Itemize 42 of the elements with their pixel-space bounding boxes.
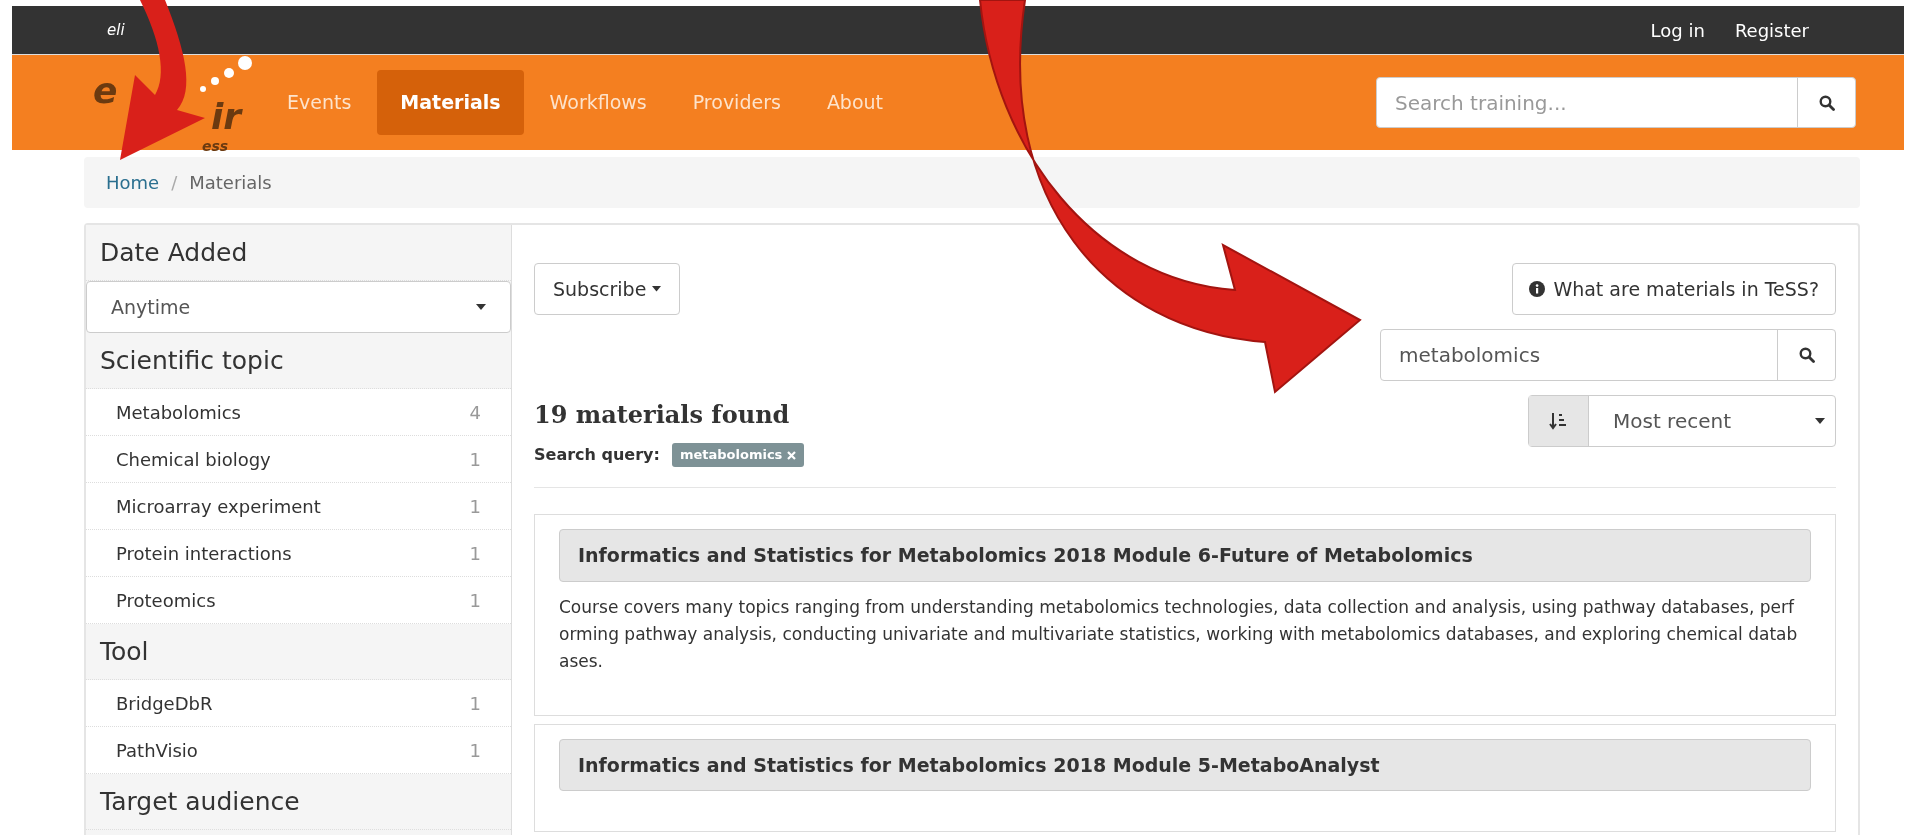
logo-subtext: ess xyxy=(202,138,229,153)
search-icon xyxy=(1798,347,1815,363)
sidebar-heading: Target audience xyxy=(86,774,511,830)
result-title[interactable]: Informatics and Statistics for Metabolomics 2018 Module 6-Future of Metabolomics xyxy=(559,529,1811,582)
breadcrumb-current: Materials xyxy=(189,171,272,195)
facet-item[interactable]: Microarray experiment 1 xyxy=(86,483,511,530)
select-value: Anytime xyxy=(111,294,191,320)
breadcrumb-link[interactable]: Home xyxy=(106,169,160,196)
logo-text: ir xyxy=(211,98,242,135)
logo-text: eli xyxy=(107,19,125,41)
sort-select[interactable]: Most recent xyxy=(1528,395,1836,447)
caret-icon xyxy=(1815,418,1825,424)
facet-item[interactable]: Proteomics 1 xyxy=(86,577,511,624)
results-count: 19 materials found xyxy=(534,399,791,431)
breadcrumb-separator: / xyxy=(171,171,178,195)
query-input[interactable]: metabolomics xyxy=(1381,330,1777,380)
search-icon xyxy=(1818,94,1835,111)
sort-icon xyxy=(1548,411,1569,431)
info-button[interactable]: What are materials in TeSS? xyxy=(1512,263,1836,315)
facet-item[interactable]: PathVisio 1 xyxy=(86,727,511,774)
facet-item[interactable]: Chemical biology 1 xyxy=(86,436,511,483)
top-link[interactable]: Register xyxy=(1734,16,1809,44)
query-label: Search query: xyxy=(534,444,660,466)
result-title[interactable]: Informatics and Statistics for Metabolomics 2018 Module 5-MetaboAnalyst xyxy=(559,738,1811,791)
search-field[interactable]: Search training... xyxy=(1377,78,1797,127)
facet-item[interactable]: Metabolomics 4 xyxy=(86,389,511,436)
nav-tab[interactable]: Materials xyxy=(377,70,524,135)
result-description: Course covers many topics ranging from understanding metabolomics technologies, data collection and analysis, using pathway databases, performing pathway analysis, conducting univariate and multivariate statistics, working with metabolomics databases, and exploring chemical databases. xyxy=(559,595,1799,673)
caret-icon xyxy=(476,304,486,310)
sort-value: Most recent xyxy=(1612,408,1733,435)
facet-item[interactable]: BridgeDbR 1 xyxy=(86,680,511,727)
close-icon[interactable] xyxy=(787,450,797,460)
search-bar[interactable]: Search training... xyxy=(1376,77,1856,128)
info-icon xyxy=(1529,281,1546,297)
query-field[interactable]: metabolomics xyxy=(1380,329,1836,381)
top-link[interactable]: Log in xyxy=(1650,16,1705,44)
date-select[interactable]: Anytime xyxy=(86,281,511,333)
dots-icon xyxy=(197,54,255,95)
facet-item[interactable]: Protein interactions 1 xyxy=(86,530,511,577)
logo-text: e xyxy=(93,72,118,109)
subscribe-button[interactable]: Subscribe xyxy=(534,263,681,315)
caret-icon xyxy=(652,286,662,292)
